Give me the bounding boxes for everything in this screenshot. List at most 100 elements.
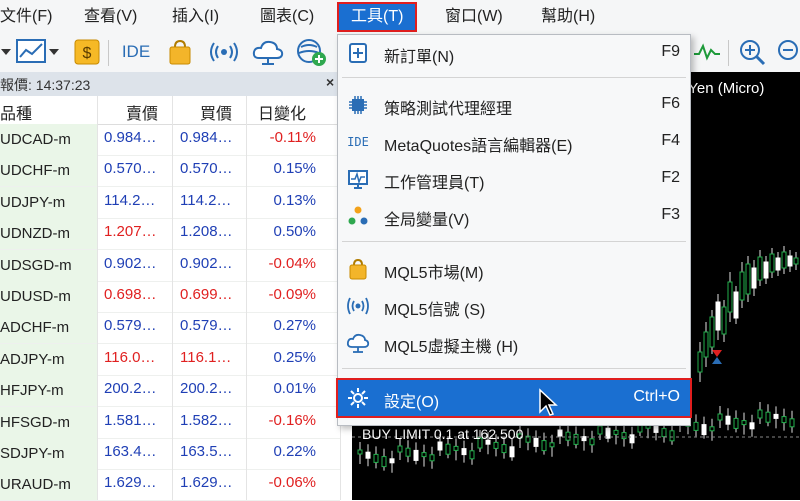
ask-cell: 1.629… bbox=[180, 474, 233, 492]
menu-separator bbox=[342, 77, 686, 78]
bid-cell: 0.984… bbox=[104, 129, 157, 146]
candle bbox=[749, 414, 755, 437]
column-header-bid[interactable]: 賣價 bbox=[126, 100, 158, 124]
table-row[interactable]: UDJPY-m 114.2… 114.2… 0.13% bbox=[0, 186, 340, 219]
candle bbox=[469, 442, 475, 465]
ide-icon[interactable]: IDE bbox=[116, 37, 156, 67]
candle bbox=[709, 310, 715, 354]
menu-item-shortcut: F3 bbox=[661, 206, 680, 223]
market-watch-titlebar: 報價: 14:37:23 × bbox=[0, 72, 340, 97]
menu-charts[interactable]: 圖表(C) bbox=[260, 4, 314, 30]
candle bbox=[757, 402, 763, 424]
menu-insert[interactable]: 插入(I) bbox=[172, 4, 219, 30]
change-cell: -0.04% bbox=[268, 254, 316, 272]
table-row[interactable]: SDJPY-m 163.4… 163.5… 0.22% bbox=[0, 438, 340, 470]
toolbar-divider bbox=[108, 40, 109, 66]
cloud-icon[interactable] bbox=[250, 37, 286, 67]
close-icon[interactable]: × bbox=[326, 74, 334, 90]
bid-cell: 163.4… bbox=[104, 443, 157, 460]
candle bbox=[739, 262, 745, 308]
menu-item-shortcut: F2 bbox=[661, 169, 680, 186]
menu-item-strategy-tester-agents[interactable]: 策略測試代理經理 F6 bbox=[338, 87, 690, 123]
change-cell: -0.09% bbox=[268, 286, 316, 303]
candle bbox=[733, 286, 739, 324]
table-row[interactable]: HFSGD-m 1.581… 1.582… -0.16% bbox=[0, 406, 340, 439]
candle bbox=[533, 430, 539, 453]
candle bbox=[789, 410, 795, 433]
symbol-cell: URAUD-m bbox=[0, 469, 97, 501]
cloud-icon bbox=[346, 331, 370, 355]
dropdown-arrow-icon[interactable] bbox=[0, 37, 12, 67]
menu-item-shortcut: Ctrl+O bbox=[633, 388, 680, 405]
chip-icon bbox=[346, 93, 370, 117]
table-row[interactable]: UDCAD-m 0.984… 0.984… -0.11% bbox=[0, 124, 340, 156]
market-watch-header: 品種 賣價 買價 日變化 bbox=[0, 96, 340, 125]
menu-file[interactable]: 文件(F) bbox=[0, 4, 52, 30]
menu-item-label: 全局變量(V) bbox=[384, 212, 470, 229]
menu-item-global-variables[interactable]: 全局變量(V) F3 bbox=[338, 198, 690, 234]
menu-item-label: MQL5虛擬主機 (H) bbox=[384, 339, 519, 356]
signal-icon[interactable] bbox=[206, 37, 242, 67]
candle bbox=[357, 442, 363, 464]
indicator-icon[interactable] bbox=[692, 37, 722, 67]
menu-item-shortcut: F4 bbox=[661, 132, 680, 149]
bid-cell: 200.2… bbox=[104, 380, 157, 398]
table-row[interactable]: UDUSD-m 0.698… 0.699… -0.09% bbox=[0, 281, 340, 313]
candle bbox=[621, 424, 627, 447]
market-bag-icon[interactable] bbox=[164, 37, 196, 67]
menu-item-label: 策略測試代理經理 bbox=[384, 101, 513, 118]
candle bbox=[745, 256, 751, 302]
table-row[interactable]: UDNZD-m 1.207… 1.208… 0.50% bbox=[0, 218, 340, 251]
menu-item-task-manager[interactable]: 工作管理員(T) F2 bbox=[338, 161, 690, 197]
candle bbox=[733, 410, 739, 433]
menu-window[interactable]: 窗口(W) bbox=[445, 4, 503, 30]
change-cell: -0.06% bbox=[268, 474, 316, 492]
column-header-ask[interactable]: 買價 bbox=[200, 100, 232, 124]
menu-item-shortcut: F9 bbox=[661, 43, 680, 60]
column-divider bbox=[97, 96, 98, 500]
table-row[interactable]: UDSGD-m 0.902… 0.902… -0.04% bbox=[0, 249, 340, 282]
menu-item-mql5-market[interactable]: MQL5市場(M) bbox=[338, 251, 690, 287]
candle bbox=[697, 342, 703, 382]
menu-item-metaeditor[interactable]: IDE MetaQuotes語言編輯器(E) F4 bbox=[338, 124, 690, 160]
table-row[interactable]: URAUD-m 1.629… 1.629… -0.06% bbox=[0, 469, 340, 501]
menu-view[interactable]: 查看(V) bbox=[84, 4, 137, 30]
symbol-cell: ADCHF-m bbox=[0, 312, 97, 344]
menu-item-options[interactable]: 設定(O) Ctrl+O bbox=[336, 378, 692, 418]
dollar-icon[interactable]: $ bbox=[72, 37, 102, 67]
gear-icon bbox=[346, 386, 370, 410]
candle bbox=[421, 444, 427, 467]
column-divider bbox=[172, 96, 173, 500]
candle bbox=[773, 406, 779, 429]
candle bbox=[781, 246, 787, 274]
candle bbox=[629, 426, 635, 449]
column-header-change[interactable]: 日變化 bbox=[258, 100, 306, 124]
table-row[interactable]: UDCHF-m 0.570… 0.570… 0.15% bbox=[0, 155, 340, 188]
new-chart-icon[interactable] bbox=[14, 37, 62, 67]
zoom-in-icon[interactable] bbox=[736, 37, 768, 67]
bid-cell: 114.2… bbox=[104, 191, 156, 209]
candle bbox=[721, 300, 727, 342]
table-row[interactable]: HFJPY-m 200.2… 200.2… 0.01% bbox=[0, 375, 340, 408]
symbol-cell: UDSGD-m bbox=[0, 249, 97, 281]
candle bbox=[787, 250, 793, 272]
symbol-cell: UDJPY-m bbox=[0, 186, 97, 218]
menu-item-new-order[interactable]: 新訂單(N) F9 bbox=[338, 35, 690, 71]
candle bbox=[509, 438, 515, 461]
table-row[interactable]: ADCHF-m 0.579… 0.579… 0.27% bbox=[0, 312, 340, 345]
menu-item-label: 工作管理員(T) bbox=[384, 175, 485, 192]
buy-limit-label: BUY LIMIT 0.1 at 162.500 bbox=[362, 426, 524, 442]
candle bbox=[769, 248, 775, 278]
menu-item-label: MQL5市場(M) bbox=[384, 265, 484, 282]
menu-item-mql5-vps[interactable]: MQL5虛擬主機 (H) bbox=[338, 325, 690, 361]
globe-plus-icon[interactable] bbox=[294, 37, 330, 67]
table-row[interactable]: ADJPY-m 116.0… 116.1… 0.25% bbox=[0, 343, 340, 376]
zoom-out-icon[interactable] bbox=[776, 37, 800, 67]
change-cell: 0.13% bbox=[273, 191, 316, 209]
column-header-symbol[interactable]: 品種 bbox=[0, 100, 32, 124]
ask-cell: 163.5… bbox=[180, 443, 233, 460]
menu-tools[interactable]: 工具(T) bbox=[336, 2, 418, 32]
menu-help[interactable]: 幫助(H) bbox=[541, 4, 595, 30]
menu-item-mql5-signals[interactable]: MQL5信號 (S) bbox=[338, 288, 690, 324]
bid-cell: 0.570… bbox=[104, 160, 157, 178]
